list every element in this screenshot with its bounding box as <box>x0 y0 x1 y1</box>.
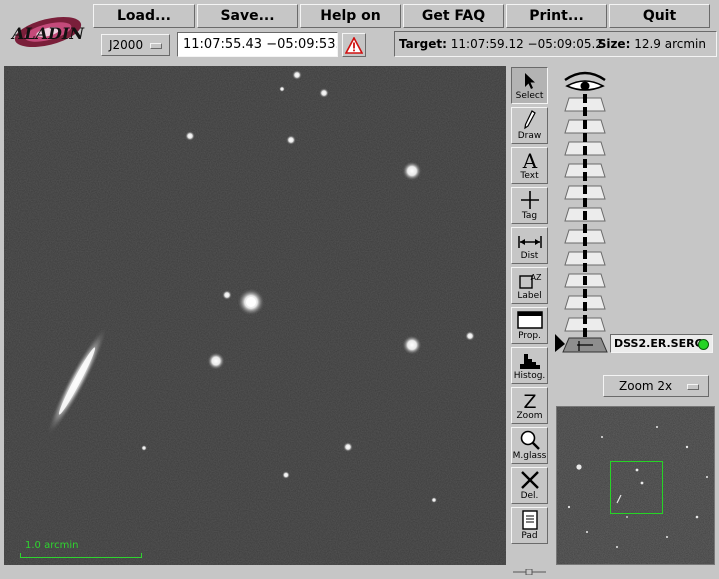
histogram-tool-button[interactable]: Histog. <box>511 347 548 384</box>
pad-tool-button[interactable]: Pad <box>511 507 548 544</box>
logo-text: ALADIN <box>10 24 85 43</box>
size-label: Size: <box>597 37 631 51</box>
star <box>465 331 475 341</box>
star <box>141 445 147 451</box>
load-button[interactable]: Load... <box>93 4 195 28</box>
notepad-icon <box>521 510 538 530</box>
target-label: Target: <box>399 37 447 51</box>
distance-arrows-icon <box>517 236 542 248</box>
svg-text:AZ: AZ <box>530 273 541 282</box>
tag-tool-button[interactable]: Tag <box>511 187 548 224</box>
histogram-icon <box>519 354 540 369</box>
dist-tool-button[interactable]: Dist <box>511 227 548 264</box>
tool-label: Label <box>517 291 542 301</box>
frame-select[interactable]: J2000 <box>101 34 170 56</box>
print-button[interactable]: Print... <box>506 4 607 28</box>
svg-text:Z: Z <box>523 391 536 410</box>
dropdown-icon <box>687 384 699 390</box>
zoom-z-icon: Z <box>523 391 536 410</box>
tool-label: Select <box>515 91 544 101</box>
plane-stack <box>555 71 608 353</box>
svg-text:A: A <box>521 150 537 170</box>
tool-label: Tag <box>521 211 538 221</box>
tool-label: Draw <box>517 131 542 141</box>
arrow-pointer-icon <box>524 73 535 89</box>
scale-bar <box>20 553 142 558</box>
star <box>286 135 296 145</box>
text-a-icon: A <box>521 150 537 170</box>
tool-label: Zoom <box>516 411 543 421</box>
crosshair-icon <box>520 191 539 209</box>
star <box>222 290 232 300</box>
position-value: 11:07:55.43 −05:09:53.8 <box>183 37 338 52</box>
size-value: 12.9 arcmin <box>634 37 706 51</box>
star <box>343 442 353 452</box>
scale-label: 1.0 arcmin <box>25 540 79 551</box>
label-az-icon: AZ <box>518 273 541 289</box>
target-info: Target: 11:07:59.12 −05:09:05.2 Size: 12… <box>394 31 717 57</box>
status-dot-icon <box>698 339 709 350</box>
star <box>279 86 285 92</box>
tool-label: Del. <box>520 491 539 501</box>
aladin-logo: ALADIN <box>6 6 90 56</box>
star <box>292 70 302 80</box>
target-value: 11:07:59.12 −05:09:05.2 <box>450 37 603 51</box>
star <box>282 471 290 479</box>
overview-thumbnail[interactable] <box>556 406 715 565</box>
save-button[interactable]: Save... <box>197 4 298 28</box>
star <box>431 497 437 503</box>
tool-label: M.glass <box>512 451 547 461</box>
star <box>402 161 422 181</box>
label-tool-button[interactable]: AZ Label <box>511 267 548 304</box>
sky-image <box>4 66 506 565</box>
warning-triangle-icon <box>345 36 363 54</box>
zoom-select[interactable]: Zoom 2x <box>603 375 709 397</box>
star <box>319 88 329 98</box>
faq-button[interactable]: Get FAQ <box>403 4 504 28</box>
window-icon <box>516 311 543 329</box>
help-button[interactable]: Help on <box>300 4 401 28</box>
prop-tool-button[interactable]: Prop. <box>511 307 548 344</box>
tool-label: Histog. <box>513 371 546 381</box>
tool-label: Dist <box>520 251 539 261</box>
star <box>402 335 422 355</box>
position-input[interactable]: 11:07:55.43 −05:09:53.8 <box>177 32 338 57</box>
overview-viewport-box[interactable] <box>610 461 663 514</box>
zoom-value: Zoom 2x <box>619 379 673 393</box>
star <box>207 352 225 370</box>
frame-select-value: J2000 <box>109 38 144 52</box>
select-tool-button[interactable]: Select <box>511 67 548 104</box>
sky-image-view[interactable]: 1.0 arcmin <box>4 66 506 565</box>
view-stack-panel <box>555 62 717 358</box>
tool-label: Text <box>520 171 539 181</box>
plane-name: DSS2.ER.SERC <box>614 337 703 350</box>
eye-icon <box>564 71 606 91</box>
delete-x-icon <box>520 471 539 489</box>
zoom-tool-button[interactable]: Z Zoom <box>511 387 548 424</box>
text-tool-button[interactable]: A Text <box>511 147 548 184</box>
magnifier-tool-button[interactable]: M.glass <box>511 427 548 464</box>
star <box>185 131 195 141</box>
toolbar-slider[interactable] <box>511 560 548 576</box>
draw-tool-button[interactable]: Draw <box>511 107 548 144</box>
image-plane-label[interactable]: DSS2.ER.SERC <box>610 334 713 353</box>
warning-button[interactable] <box>342 33 366 57</box>
quit-button[interactable]: Quit <box>609 4 710 28</box>
delete-tool-button[interactable]: Del. <box>511 467 548 504</box>
tool-label: Pad <box>521 531 538 541</box>
dropdown-icon <box>150 43 162 49</box>
magnifier-icon <box>520 430 540 450</box>
tool-label: Prop. <box>518 331 541 341</box>
pencil-icon <box>523 110 536 130</box>
